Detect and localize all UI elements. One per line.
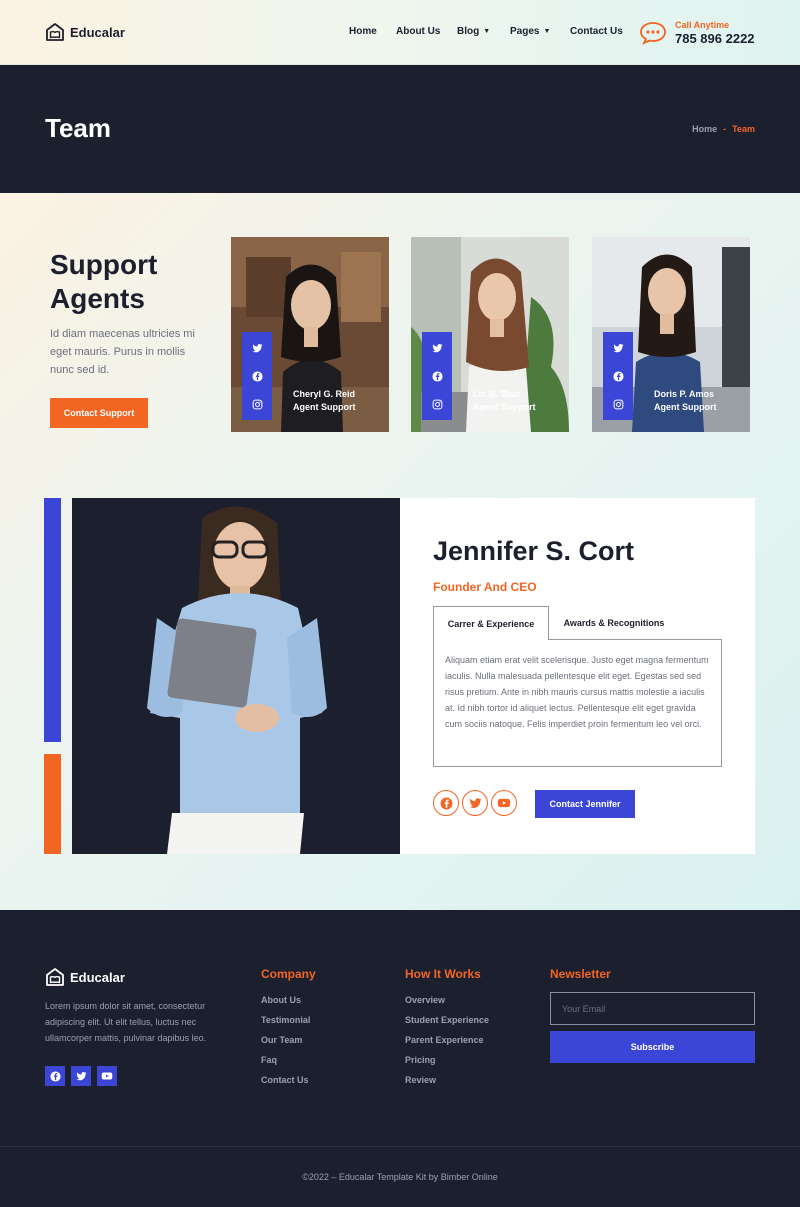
facebook-icon[interactable]	[45, 1066, 65, 1086]
footer-link[interactable]: Faq	[261, 1055, 316, 1065]
breadcrumb-separator: -	[723, 124, 727, 134]
instagram-icon[interactable]	[613, 399, 624, 410]
youtube-icon[interactable]	[97, 1066, 117, 1086]
footer-company-column: Company About Us Testimonial Our Team Fa…	[261, 967, 316, 1095]
nav-about-us[interactable]: About Us	[396, 26, 457, 37]
nav-home[interactable]: Home	[349, 26, 396, 37]
footer-link[interactable]: Contact Us	[261, 1075, 316, 1085]
footer-link[interactable]: Parent Experience	[405, 1035, 489, 1045]
featured-role: Founder And CEO	[433, 580, 537, 594]
call-number[interactable]: 785 896 2222	[675, 31, 755, 46]
footer-company-title: Company	[261, 967, 316, 981]
team-section: Support Agents Id diam maecenas ultricie…	[0, 193, 800, 910]
tab-panel-text: Aliquam etiam erat velit scelerisque. Ju…	[433, 639, 722, 767]
featured-photo	[72, 498, 400, 854]
footer-link[interactable]: Student Experience	[405, 1015, 489, 1025]
footer-link[interactable]: Overview	[405, 995, 489, 1005]
featured-profile-card: Jennifer S. Cort Founder And CEO Carrer …	[400, 498, 755, 854]
footer-logo-text: Educalar	[70, 969, 125, 985]
agent-caption: Liz M. Stair Agent Support	[473, 388, 536, 414]
site-footer: Educalar Lorem ipsum dolor sit amet, con…	[0, 910, 800, 1207]
nav-blog[interactable]: Blog ▼	[457, 26, 510, 37]
footer-social-links	[45, 1066, 117, 1086]
agent-card: Liz M. Stair Agent Support	[411, 237, 569, 432]
footer-newsletter-title: Newsletter	[550, 967, 611, 981]
page-title-banner: Team Home - Team	[0, 65, 800, 193]
twitter-icon[interactable]	[612, 343, 624, 354]
agent-name: Doris P. Amos	[654, 389, 715, 399]
twitter-icon[interactable]	[462, 790, 488, 816]
footer-divider	[0, 1146, 800, 1147]
support-title: Support Agents	[50, 249, 158, 314]
breadcrumb-home[interactable]: Home	[692, 124, 717, 134]
tab-career-experience[interactable]: Carrer & Experience	[433, 606, 549, 640]
agent-social-bar	[422, 332, 452, 420]
nav-pages[interactable]: Pages ▼	[510, 26, 570, 37]
call-anytime[interactable]: Call Anytime 785 896 2222	[639, 20, 755, 46]
support-description: Id diam maecenas ultricies mi eget mauri…	[50, 328, 195, 376]
featured-name: Jennifer S. Cort	[433, 536, 635, 566]
agent-social-bar	[242, 332, 272, 420]
footer-logo[interactable]: Educalar	[45, 967, 125, 987]
breadcrumb: Home - Team	[692, 124, 755, 134]
twitter-icon[interactable]	[431, 343, 443, 354]
facebook-icon[interactable]	[433, 790, 459, 816]
instagram-icon[interactable]	[432, 399, 443, 410]
facebook-icon[interactable]	[251, 370, 263, 382]
footer-link[interactable]: Pricing	[405, 1055, 489, 1065]
call-label: Call Anytime	[675, 20, 730, 30]
footer-about-text: Lorem ipsum dolor sit amet, consectetur …	[45, 1001, 207, 1043]
twitter-icon[interactable]	[71, 1066, 91, 1086]
contact-support-button[interactable]: Contact Support	[50, 398, 148, 428]
breadcrumb-current: Team	[732, 124, 755, 134]
newsletter-email-input[interactable]: Your Email	[550, 992, 755, 1025]
nav-contact-us[interactable]: Contact Us	[570, 26, 623, 37]
footer-newsletter-column: Newsletter	[550, 967, 611, 995]
main-nav: Home About Us Blog ▼ Pages ▼ Contact Us	[349, 26, 623, 37]
footer-how-it-works-column: How It Works Overview Student Experience…	[405, 967, 489, 1095]
agent-card: Cheryl G. Reid Agent Support	[231, 237, 389, 432]
agent-caption: Doris P. Amos Agent Support	[654, 388, 717, 414]
page-title: Team	[45, 113, 111, 143]
footer-link[interactable]: About Us	[261, 995, 316, 1005]
agent-caption: Cheryl G. Reid Agent Support	[293, 388, 356, 414]
featured-person-image	[147, 506, 327, 854]
site-header: Educalar Home About Us Blog ▼ Pages ▼ Cont…	[0, 0, 800, 65]
agent-role: Agent Support	[293, 402, 356, 412]
footer-how-title: How It Works	[405, 967, 481, 981]
instagram-icon[interactable]	[252, 399, 263, 410]
agent-social-bar	[603, 332, 633, 420]
facebook-icon[interactable]	[612, 370, 624, 382]
agent-role: Agent Support	[473, 402, 536, 412]
decor-bar-orange	[44, 754, 61, 854]
subscribe-button[interactable]: Subscribe	[550, 1031, 755, 1063]
footer-link[interactable]: Our Team	[261, 1035, 316, 1045]
logo[interactable]: Educalar	[45, 22, 125, 42]
agent-name: Liz M. Stair	[473, 389, 521, 399]
tab-awards-recognitions[interactable]: Awards & Recognitions	[549, 606, 679, 639]
featured-social-links	[433, 790, 517, 816]
contact-jennifer-button[interactable]: Contact Jennifer	[535, 790, 635, 818]
footer-link[interactable]: Review	[405, 1075, 489, 1085]
agent-name: Cheryl G. Reid	[293, 389, 356, 399]
twitter-icon[interactable]	[251, 343, 263, 354]
youtube-icon[interactable]	[491, 790, 517, 816]
book-house-icon	[46, 968, 64, 986]
book-house-icon	[46, 23, 64, 41]
facebook-icon[interactable]	[431, 370, 443, 382]
decor-bar-blue	[44, 498, 61, 742]
chat-bubble-icon	[640, 22, 666, 45]
chevron-down-icon: ▼	[543, 28, 551, 35]
chevron-down-icon: ▼	[483, 28, 491, 35]
copyright-text: ©2022 – Educalar Template Kit by Bimber …	[302, 1172, 498, 1182]
agent-role: Agent Support	[654, 402, 717, 412]
agent-card: Doris P. Amos Agent Support	[592, 237, 750, 432]
logo-text: Educalar	[70, 24, 125, 40]
footer-link[interactable]: Testimonial	[261, 1015, 316, 1025]
